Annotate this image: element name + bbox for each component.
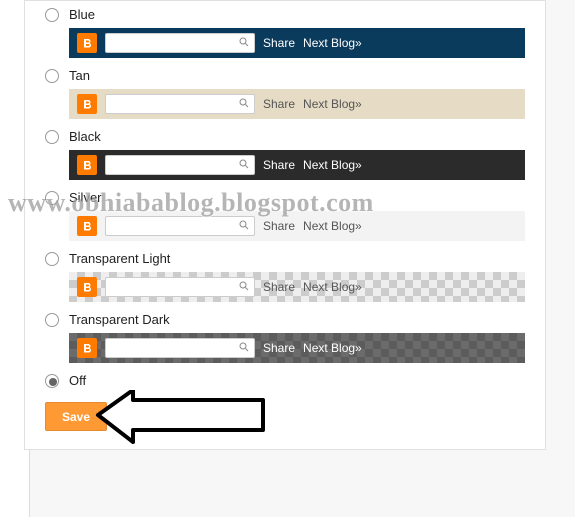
option-row-off: Off <box>45 373 525 388</box>
blogger-logo-icon <box>77 216 97 236</box>
share-link: Share <box>263 280 295 294</box>
navbar-preview-blue: Share Next Blog» <box>69 28 525 58</box>
cancel-button[interactable]: Cancel <box>117 402 188 431</box>
navbar-preview-silver: Share Next Blog» <box>69 211 525 241</box>
radio-label-tan: Tan <box>69 68 90 83</box>
share-link: Share <box>263 36 295 50</box>
radio-option-off[interactable]: Off <box>45 373 525 388</box>
share-link: Share <box>263 341 295 355</box>
next-blog-link: Next Blog» <box>303 36 362 50</box>
share-link: Share <box>263 158 295 172</box>
option-row-black: Black Share Next Blog» <box>45 129 525 180</box>
search-icon <box>238 280 250 295</box>
radio-off[interactable] <box>45 374 59 388</box>
radio-silver[interactable] <box>45 191 59 205</box>
radio-label-silver: Silver <box>69 190 102 205</box>
radio-option-transparent_light[interactable]: Transparent Light <box>45 251 525 266</box>
search-input-preview <box>105 277 255 297</box>
navbar-preview-transparent_dark: Share Next Blog» <box>69 333 525 363</box>
blogger-logo-icon <box>77 155 97 175</box>
search-input-preview <box>105 338 255 358</box>
radio-tan[interactable] <box>45 69 59 83</box>
search-icon <box>238 97 250 112</box>
blogger-logo-icon <box>77 277 97 297</box>
option-row-tan: Tan Share Next Blog» <box>45 68 525 119</box>
radio-option-silver[interactable]: Silver <box>45 190 525 205</box>
radio-label-transparent_light: Transparent Light <box>69 251 170 266</box>
radio-transparent_light[interactable] <box>45 252 59 266</box>
option-row-transparent_light: Transparent Light Share Next Blog» <box>45 251 525 302</box>
next-blog-link: Next Blog» <box>303 158 362 172</box>
next-blog-link: Next Blog» <box>303 280 362 294</box>
search-icon <box>238 219 250 234</box>
option-row-blue: Blue Share Next Blog» <box>45 7 525 58</box>
next-blog-link: Next Blog» <box>303 97 362 111</box>
next-blog-link: Next Blog» <box>303 341 362 355</box>
radio-label-black: Black <box>69 129 101 144</box>
next-blog-link: Next Blog» <box>303 219 362 233</box>
option-row-silver: Silver Share Next Blog» <box>45 190 525 241</box>
blogger-logo-icon <box>77 33 97 53</box>
option-row-transparent_dark: Transparent Dark Share Next Blog» <box>45 312 525 363</box>
search-input-preview <box>105 216 255 236</box>
search-icon <box>238 36 250 51</box>
search-icon <box>238 158 250 173</box>
search-input-preview <box>105 94 255 114</box>
search-input-preview <box>105 155 255 175</box>
navbar-preview-tan: Share Next Blog» <box>69 89 525 119</box>
radio-label-transparent_dark: Transparent Dark <box>69 312 170 327</box>
search-input-preview <box>105 33 255 53</box>
blogger-logo-icon <box>77 94 97 114</box>
share-link: Share <box>263 219 295 233</box>
share-link: Share <box>263 97 295 111</box>
radio-label-off: Off <box>69 373 86 388</box>
navbar-style-modal: Blue Share Next Blog» Tan Share Next Blo… <box>24 0 546 450</box>
radio-black[interactable] <box>45 130 59 144</box>
radio-option-tan[interactable]: Tan <box>45 68 525 83</box>
radio-option-blue[interactable]: Blue <box>45 7 525 22</box>
radio-option-transparent_dark[interactable]: Transparent Dark <box>45 312 525 327</box>
radio-blue[interactable] <box>45 8 59 22</box>
navbar-preview-transparent_light: Share Next Blog» <box>69 272 525 302</box>
blogger-logo-icon <box>77 338 97 358</box>
search-icon <box>238 341 250 356</box>
radio-label-blue: Blue <box>69 7 95 22</box>
save-button[interactable]: Save <box>45 402 107 431</box>
navbar-preview-black: Share Next Blog» <box>69 150 525 180</box>
radio-transparent_dark[interactable] <box>45 313 59 327</box>
radio-option-black[interactable]: Black <box>45 129 525 144</box>
button-row: Save Cancel <box>45 402 525 431</box>
